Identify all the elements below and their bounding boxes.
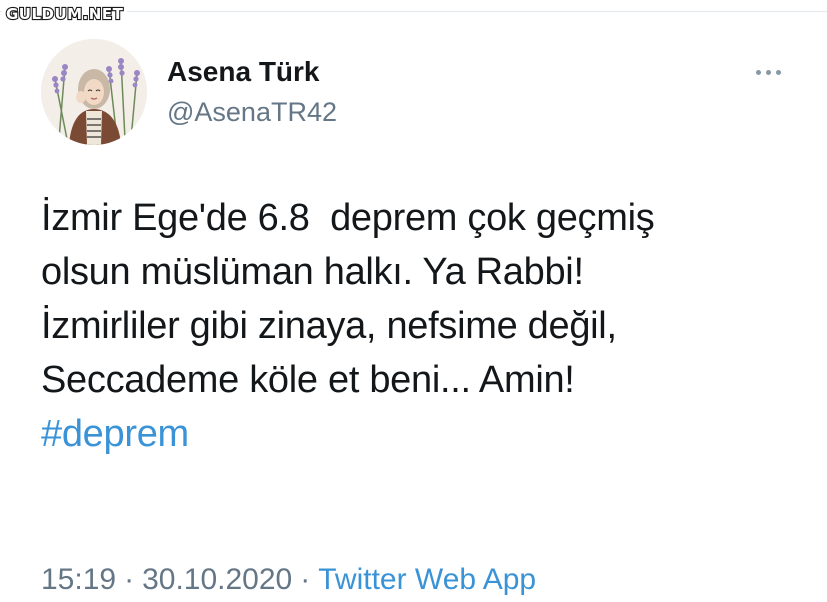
tweet-meta: 15:19 · 30.10.2020 · Twitter Web App [41, 560, 536, 600]
display-name[interactable]: Asena Türk [167, 56, 320, 88]
watermark-logo: GULDUM.NET [2, 2, 128, 26]
tweet-source-link[interactable]: Twitter Web App [318, 563, 536, 596]
tweet-date[interactable]: 30.10.2020 [142, 563, 292, 596]
meta-separator: · [300, 563, 311, 596]
tweet-text-line: olsun müslüman halkı. Ya Rabbi! [41, 251, 584, 293]
tweet-text: İzmir Ege'de 6.8 deprem çok geçmiş olsun… [41, 191, 801, 461]
tweet-text-line: Seccademe köle et beni... Amin! [41, 359, 575, 401]
more-horizontal-icon-dot [765, 69, 771, 75]
more-options-button[interactable] [748, 58, 788, 86]
more-horizontal-icon [755, 69, 761, 75]
user-handle[interactable]: @AsenaTR42 [167, 96, 337, 128]
profile-photo-image [41, 39, 147, 145]
tweet-text-line: İzmir Ege'de 6.8 deprem çok geçmiş [41, 197, 655, 239]
tweet-time[interactable]: 15:19 [41, 563, 116, 596]
more-horizontal-icon-dot [775, 69, 781, 75]
tweet-text-line: İzmirliler gibi zinaya, nefsime değil, [41, 305, 617, 347]
meta-separator: · [124, 563, 135, 596]
avatar[interactable] [41, 39, 147, 145]
tweet-screenshot: GULDUM.NET Asena Türk @AsenaTR42 İzmir E… [0, 0, 827, 602]
hashtag-link[interactable]: #deprem [41, 407, 189, 461]
